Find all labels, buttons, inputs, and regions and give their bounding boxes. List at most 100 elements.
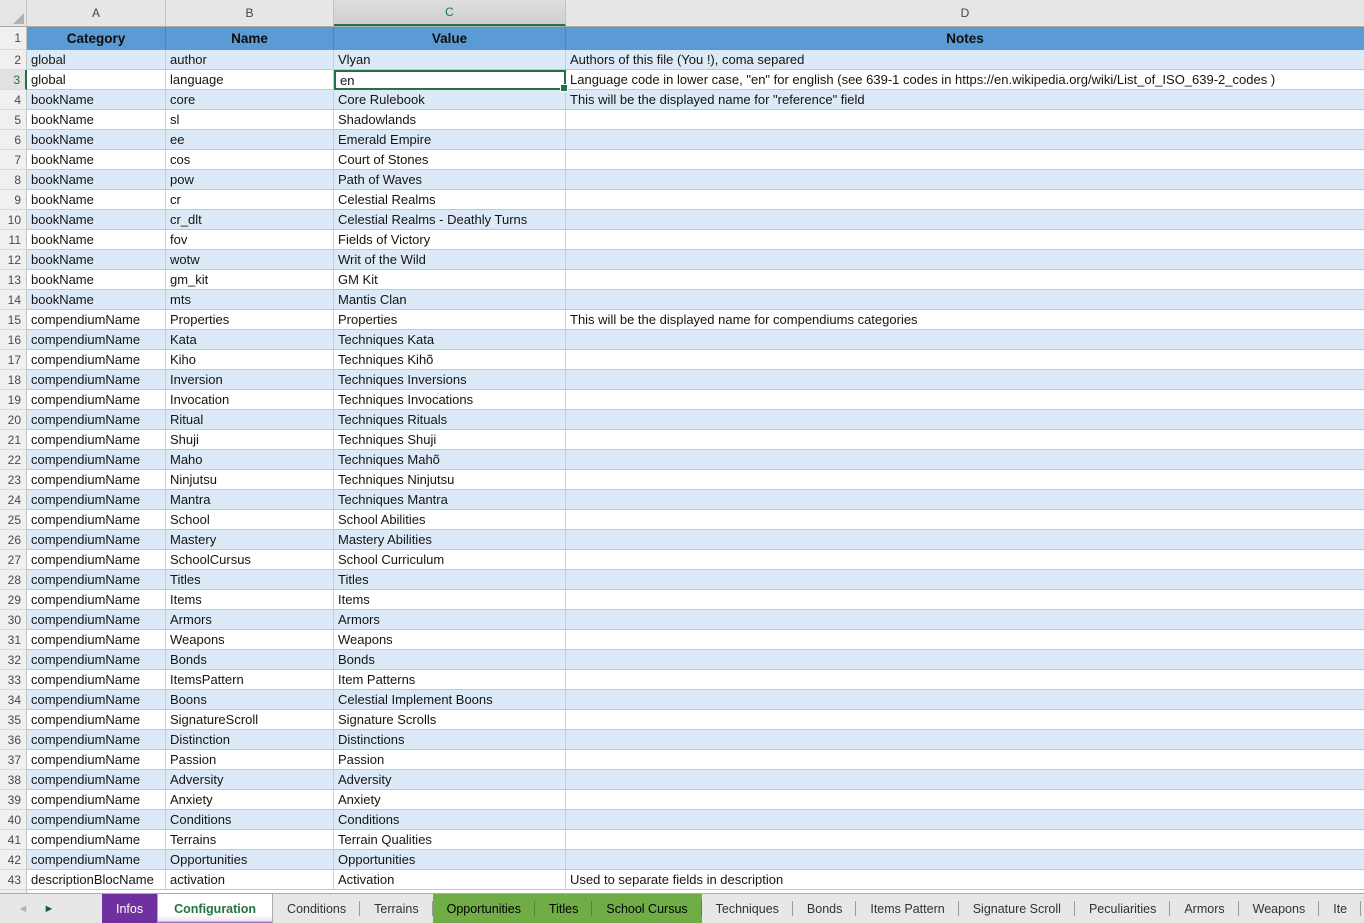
row-header-26[interactable]: 26 xyxy=(0,530,27,550)
row-header-3[interactable]: 3 xyxy=(0,70,27,90)
cell-name-11[interactable]: fov xyxy=(166,230,334,250)
cell-name-26[interactable]: Mastery xyxy=(166,530,334,550)
cell-value-15[interactable]: Properties xyxy=(334,310,566,330)
cell-notes-30[interactable] xyxy=(566,610,1364,630)
cell-name-24[interactable]: Mantra xyxy=(166,490,334,510)
cell-category-42[interactable]: compendiumName xyxy=(27,850,166,870)
sheet-tab-opportunities[interactable]: Opportunities xyxy=(433,894,535,923)
cell-notes-4[interactable]: This will be the displayed name for "ref… xyxy=(566,90,1364,110)
cell-name-8[interactable]: pow xyxy=(166,170,334,190)
table-header-notes[interactable]: Notes xyxy=(566,27,1364,50)
cell-category-40[interactable]: compendiumName xyxy=(27,810,166,830)
cell-value-29[interactable]: Items xyxy=(334,590,566,610)
cell-category-3[interactable]: global xyxy=(27,70,166,90)
cell-name-30[interactable]: Armors xyxy=(166,610,334,630)
row-header-25[interactable]: 25 xyxy=(0,510,27,530)
row-header-18[interactable]: 18 xyxy=(0,370,27,390)
cell-category-10[interactable]: bookName xyxy=(27,210,166,230)
tab-scroll-left-icon[interactable]: ◄ xyxy=(10,894,36,923)
cell-value-12[interactable]: Writ of the Wild xyxy=(334,250,566,270)
cell-value-18[interactable]: Techniques Inversions xyxy=(334,370,566,390)
row-header-28[interactable]: 28 xyxy=(0,570,27,590)
cell-value-22[interactable]: Techniques Mahõ xyxy=(334,450,566,470)
sheet-tab-bonds[interactable]: Bonds xyxy=(793,894,856,923)
cell-name-36[interactable]: Distinction xyxy=(166,730,334,750)
cell-category-9[interactable]: bookName xyxy=(27,190,166,210)
cell-category-28[interactable]: compendiumName xyxy=(27,570,166,590)
cell-notes-13[interactable] xyxy=(566,270,1364,290)
cell-value-37[interactable]: Passion xyxy=(334,750,566,770)
cell-name-23[interactable]: Ninjutsu xyxy=(166,470,334,490)
column-header-c[interactable]: C xyxy=(334,0,566,26)
cell-name-14[interactable]: mts xyxy=(166,290,334,310)
cell-value-27[interactable]: School Curriculum xyxy=(334,550,566,570)
row-header-27[interactable]: 27 xyxy=(0,550,27,570)
cell-name-29[interactable]: Items xyxy=(166,590,334,610)
column-header-a[interactable]: A xyxy=(27,0,166,26)
cell-category-38[interactable]: compendiumName xyxy=(27,770,166,790)
cell-name-12[interactable]: wotw xyxy=(166,250,334,270)
cell-category-15[interactable]: compendiumName xyxy=(27,310,166,330)
cell-value-36[interactable]: Distinctions xyxy=(334,730,566,750)
cell-category-34[interactable]: compendiumName xyxy=(27,690,166,710)
row-header-8[interactable]: 8 xyxy=(0,170,27,190)
row-header-40[interactable]: 40 xyxy=(0,810,27,830)
cell-category-16[interactable]: compendiumName xyxy=(27,330,166,350)
row-header-30[interactable]: 30 xyxy=(0,610,27,630)
sheet-tab-items-pattern[interactable]: Items Pattern xyxy=(856,894,958,923)
cell-value-24[interactable]: Techniques Mantra xyxy=(334,490,566,510)
row-header-14[interactable]: 14 xyxy=(0,290,27,310)
row-header-32[interactable]: 32 xyxy=(0,650,27,670)
cell-notes-16[interactable] xyxy=(566,330,1364,350)
cell-notes-21[interactable] xyxy=(566,430,1364,450)
cell-category-36[interactable]: compendiumName xyxy=(27,730,166,750)
sheet-tab-terrains[interactable]: Terrains xyxy=(360,894,432,923)
row-header-16[interactable]: 16 xyxy=(0,330,27,350)
cell-name-15[interactable]: Properties xyxy=(166,310,334,330)
cell-category-18[interactable]: compendiumName xyxy=(27,370,166,390)
cell-notes-38[interactable] xyxy=(566,770,1364,790)
cell-value-5[interactable]: Shadowlands xyxy=(334,110,566,130)
cell-value-39[interactable]: Anxiety xyxy=(334,790,566,810)
cell-value-7[interactable]: Court of Stones xyxy=(334,150,566,170)
row-header-7[interactable]: 7 xyxy=(0,150,27,170)
cell-name-6[interactable]: ee xyxy=(166,130,334,150)
cell-notes-43[interactable]: Used to separate fields in description xyxy=(566,870,1364,890)
cell-name-40[interactable]: Conditions xyxy=(166,810,334,830)
cell-notes-2[interactable]: Authors of this file (You !), coma separ… xyxy=(566,50,1364,70)
cell-notes-32[interactable] xyxy=(566,650,1364,670)
cell-notes-28[interactable] xyxy=(566,570,1364,590)
row-header-5[interactable]: 5 xyxy=(0,110,27,130)
cell-name-34[interactable]: Boons xyxy=(166,690,334,710)
cell-value-17[interactable]: Techniques Kihõ xyxy=(334,350,566,370)
cell-value-8[interactable]: Path of Waves xyxy=(334,170,566,190)
cell-notes-6[interactable] xyxy=(566,130,1364,150)
cell-value-13[interactable]: GM Kit xyxy=(334,270,566,290)
cell-value-38[interactable]: Adversity xyxy=(334,770,566,790)
cell-name-32[interactable]: Bonds xyxy=(166,650,334,670)
select-all-corner[interactable] xyxy=(0,0,27,26)
cell-value-30[interactable]: Armors xyxy=(334,610,566,630)
cell-notes-8[interactable] xyxy=(566,170,1364,190)
cell-value-42[interactable]: Opportunities xyxy=(334,850,566,870)
cell-notes-31[interactable] xyxy=(566,630,1364,650)
cell-name-28[interactable]: Titles xyxy=(166,570,334,590)
cell-notes-40[interactable] xyxy=(566,810,1364,830)
cell-value-28[interactable]: Titles xyxy=(334,570,566,590)
cell-category-20[interactable]: compendiumName xyxy=(27,410,166,430)
row-header-39[interactable]: 39 xyxy=(0,790,27,810)
cell-category-12[interactable]: bookName xyxy=(27,250,166,270)
cell-notes-17[interactable] xyxy=(566,350,1364,370)
cell-category-33[interactable]: compendiumName xyxy=(27,670,166,690)
table-header-value[interactable]: Value xyxy=(334,27,566,50)
row-header-9[interactable]: 9 xyxy=(0,190,27,210)
cell-notes-42[interactable] xyxy=(566,850,1364,870)
cell-notes-15[interactable]: This will be the displayed name for comp… xyxy=(566,310,1364,330)
cell-notes-12[interactable] xyxy=(566,250,1364,270)
cell-notes-26[interactable] xyxy=(566,530,1364,550)
cell-category-29[interactable]: compendiumName xyxy=(27,590,166,610)
cell-notes-36[interactable] xyxy=(566,730,1364,750)
cell-notes-34[interactable] xyxy=(566,690,1364,710)
cell-name-43[interactable]: activation xyxy=(166,870,334,890)
cell-notes-29[interactable] xyxy=(566,590,1364,610)
